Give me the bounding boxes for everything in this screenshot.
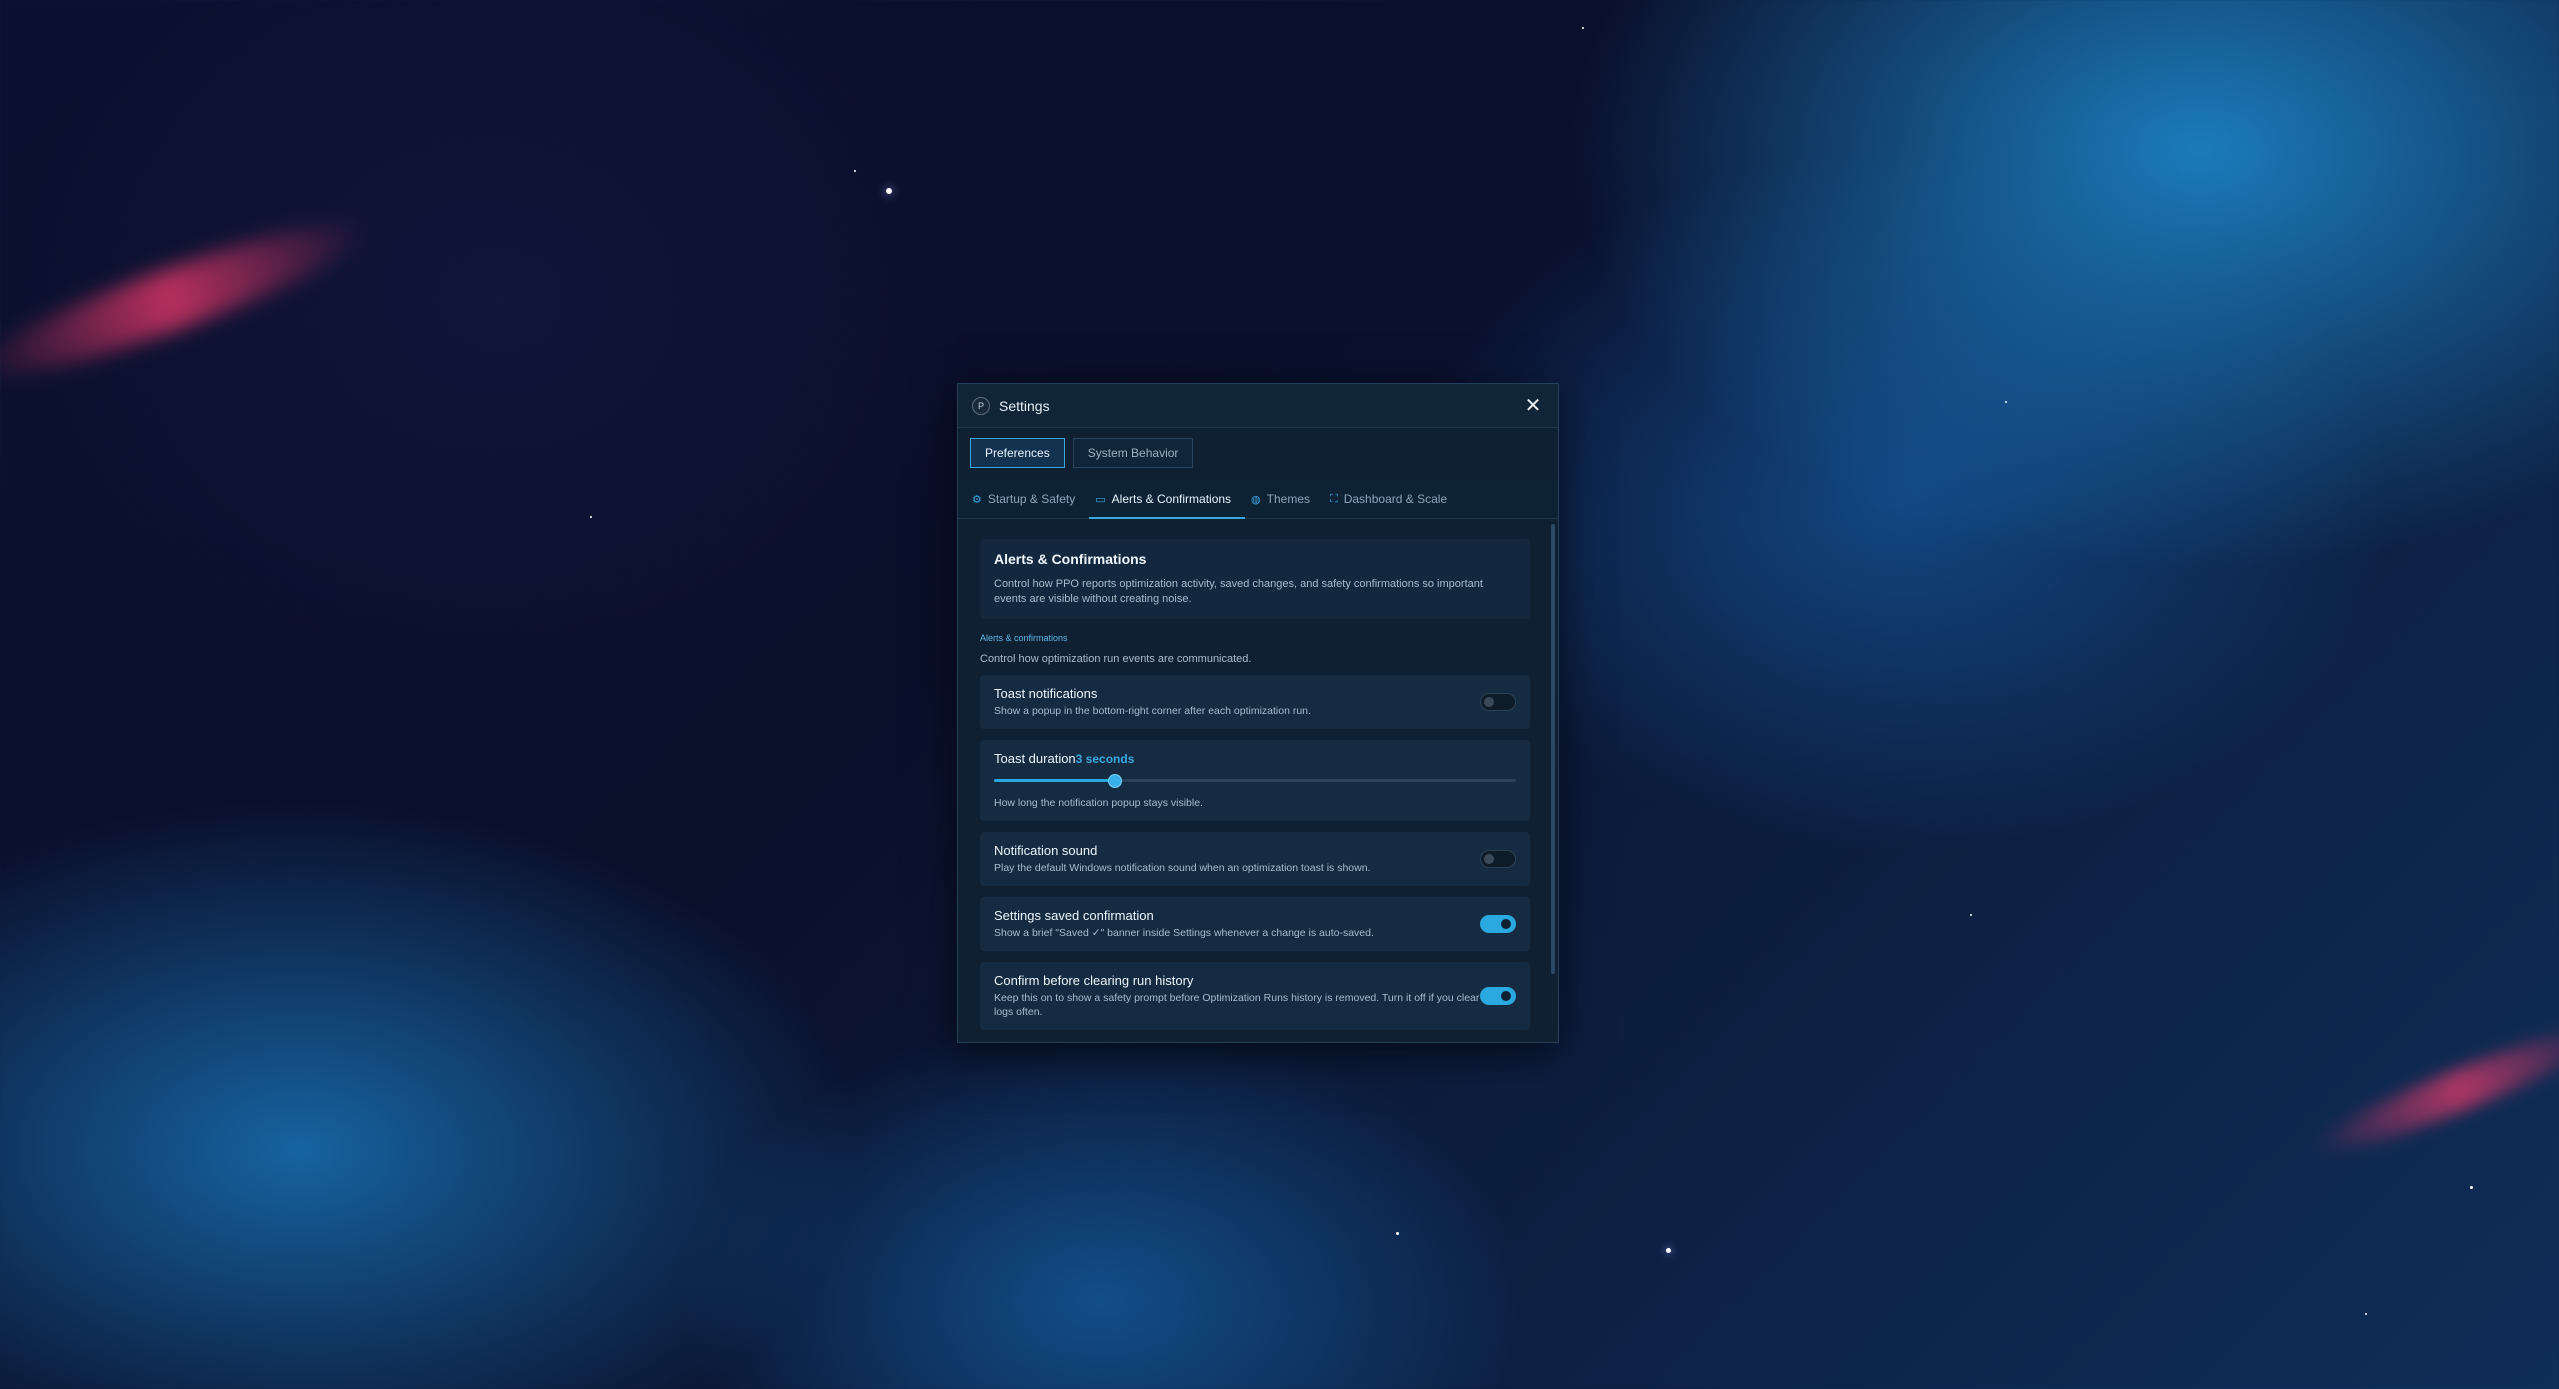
toast-duration-value: 3 seconds (1075, 752, 1135, 766)
setting-title: Settings saved confirmation (994, 908, 1154, 923)
toast-duration-slider[interactable] (994, 772, 1516, 788)
nebula-streak (2304, 1011, 2559, 1169)
subtab-label: Startup & Safety (987, 492, 1076, 506)
toast-duration-label: Toast duration (994, 751, 1076, 766)
setting-toast-duration: Toast duration3 seconds How long the not… (980, 740, 1530, 821)
slider-fill (994, 779, 1115, 782)
setting-notification-sound: Notification sound Play the default Wind… (980, 832, 1530, 886)
toast-notifications-toggle[interactable] (1480, 693, 1516, 711)
hero-title: Alerts & Confirmations (994, 551, 1147, 567)
toggle-knob (1484, 697, 1494, 707)
subtab-themes[interactable]: ◍ Themes (1245, 480, 1324, 518)
setting-description: Keep this on to show a safety prompt bef… (994, 992, 1480, 1018)
window-title: Settings (999, 397, 1050, 414)
scrollbar[interactable] (1551, 524, 1555, 974)
setting-toast-notifications: Toast notifications Show a popup in the … (980, 675, 1530, 729)
star (590, 516, 592, 518)
setting-description: Show a popup in the bottom-right corner … (994, 705, 1311, 717)
subtab-label: Dashboard & Scale (1343, 492, 1448, 506)
toggle-knob (1501, 919, 1511, 929)
hero-description: Control how PPO reports optimization act… (994, 578, 1483, 605)
toggle-knob (1484, 854, 1494, 864)
subtab-label: Alerts & Confirmations (1111, 492, 1232, 506)
confirm-clear-history-toggle[interactable] (1480, 987, 1516, 1005)
scale-icon: ⛶ (1330, 492, 1338, 505)
star (2005, 401, 2007, 403)
section-description: Control how optimization run events are … (980, 653, 1252, 665)
app-logo-icon: P (972, 396, 990, 415)
star (1970, 914, 1972, 916)
title-bar[interactable]: P Settings ✕ (958, 384, 1558, 428)
setting-title: Confirm before clearing run history (994, 973, 1194, 988)
setting-title: Toast duration3 seconds (994, 751, 1516, 766)
star (2365, 1313, 2367, 1315)
star (2470, 1186, 2473, 1189)
monitor-icon: ▭ (1095, 493, 1106, 506)
star (1396, 1232, 1399, 1235)
close-button[interactable]: ✕ (1522, 395, 1544, 417)
setting-title: Notification sound (994, 843, 1098, 858)
star (854, 170, 856, 172)
setting-title: Toast notifications (994, 686, 1098, 701)
section-hero: Alerts & Confirmations Control how PPO r… (980, 539, 1530, 619)
sub-tab-bar: ⚙ Startup & Safety ▭ Alerts & Confirmati… (958, 480, 1558, 519)
setting-confirm-clear-history: Confirm before clearing run history Keep… (980, 962, 1530, 1030)
star (1582, 27, 1584, 29)
setting-description: Play the default Windows notification so… (994, 862, 1371, 874)
gear-icon: ⚙ (972, 493, 982, 506)
setting-description: Show a brief "Saved ✓" banner inside Set… (994, 927, 1374, 939)
settings-content: Alerts & Confirmations Control how PPO r… (958, 517, 1558, 1042)
setting-saved-confirmation: Settings saved confirmation Show a brief… (980, 897, 1530, 951)
subtab-alerts-confirmations[interactable]: ▭ Alerts & Confirmations (1089, 480, 1245, 519)
star (886, 188, 892, 194)
tab-system-behavior[interactable]: System Behavior (1072, 438, 1194, 468)
scrollbar-thumb[interactable] (1551, 524, 1555, 974)
top-tab-bar: Preferences System Behavior (958, 428, 1558, 470)
subtab-startup-safety[interactable]: ⚙ Startup & Safety (966, 480, 1089, 518)
nebula-streak (0, 199, 378, 401)
notification-sound-toggle[interactable] (1480, 850, 1516, 868)
tab-preferences[interactable]: Preferences (970, 438, 1065, 468)
palette-icon: ◍ (1251, 493, 1261, 506)
subtab-label: Themes (1266, 492, 1311, 506)
settings-window: P Settings ✕ Preferences System Behavior… (957, 383, 1559, 1043)
saved-confirmation-toggle[interactable] (1480, 915, 1516, 933)
subtab-dashboard-scale[interactable]: ⛶ Dashboard & Scale (1324, 480, 1461, 518)
toggle-knob (1501, 991, 1511, 1001)
section-label: Alerts & confirmations (980, 633, 1068, 643)
slider-thumb[interactable] (1108, 774, 1123, 788)
star (1666, 1248, 1671, 1253)
setting-description: How long the notification popup stays vi… (994, 797, 1203, 809)
